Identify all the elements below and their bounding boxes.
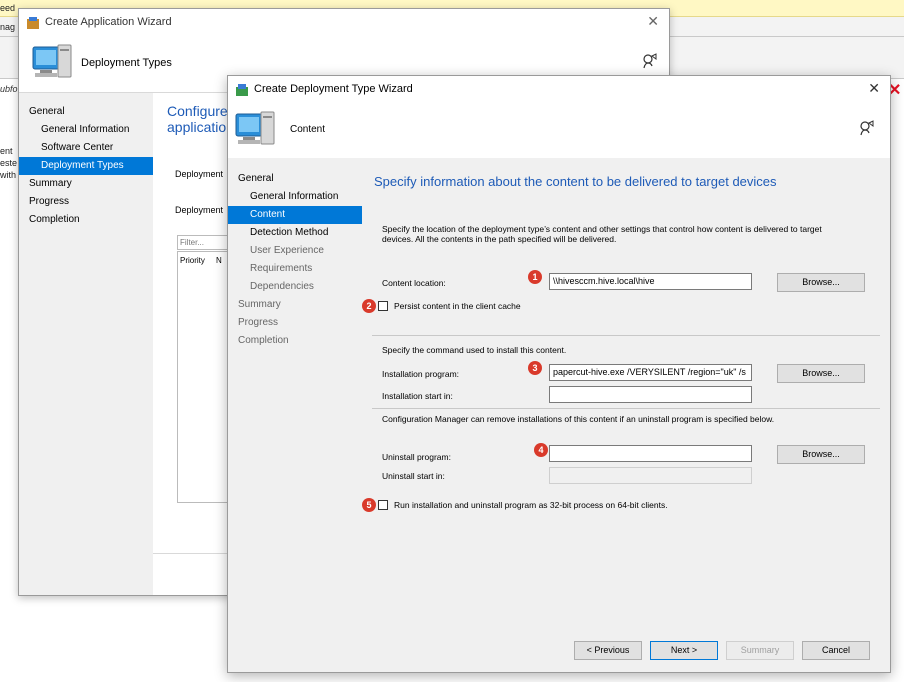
close-icon[interactable]: ✕ <box>647 13 659 30</box>
uninstall-note: Configuration Manager can remove install… <box>382 414 775 424</box>
nav-general-information[interactable]: General Information <box>19 121 153 139</box>
window-title: Create Deployment Type Wizard <box>254 83 413 95</box>
help-icon[interactable] <box>641 53 657 72</box>
nav-detection-method[interactable]: Detection Method <box>228 224 362 242</box>
create-deployment-type-wizard: Create Deployment Type Wizard ✕ Content … <box>227 75 891 673</box>
persist-content-checkbox[interactable] <box>378 301 388 311</box>
uninstall-program-input[interactable] <box>549 445 752 462</box>
nav-general-information[interactable]: General Information <box>228 188 362 206</box>
help-icon[interactable] <box>858 120 874 139</box>
page-heading: Specify information about the content to… <box>374 174 777 189</box>
deployment-label: Deployment <box>175 205 224 215</box>
background-text: eed <box>0 3 16 13</box>
installation-start-input[interactable] <box>549 386 752 403</box>
nav-requirements[interactable]: Requirements <box>228 260 362 278</box>
installation-program-browse-button[interactable]: Browse... <box>777 364 865 383</box>
nav-progress[interactable]: Progress <box>228 314 362 332</box>
titlebar: Create Application Wizard ✕ <box>19 9 669 35</box>
page-title: Deployment Types <box>81 57 172 69</box>
titlebar: Create Deployment Type Wizard ✕ <box>228 76 890 102</box>
nav-deployment-types[interactable]: Deployment Types <box>19 157 153 175</box>
close-icon[interactable]: ✕ <box>868 80 880 97</box>
callout-badge: 5 <box>362 498 376 512</box>
previous-button[interactable]: < Previous <box>574 641 642 660</box>
nav-software-center[interactable]: Software Center <box>19 139 153 157</box>
command-section-label: Specify the command used to install this… <box>382 345 567 355</box>
uninstall-program-browse-button[interactable]: Browse... <box>777 445 865 464</box>
wizard-nav: General General Information Software Cen… <box>19 93 153 595</box>
callout-badge: 2 <box>362 299 376 313</box>
column-header-name[interactable]: N <box>216 256 222 265</box>
background-text: ubfo <box>0 84 18 94</box>
nav-user-experience[interactable]: User Experience <box>228 242 362 260</box>
column-header-priority[interactable]: Priority <box>180 256 205 265</box>
nav-completion[interactable]: Completion <box>19 211 153 229</box>
background-text: with <box>0 170 17 180</box>
nav-general[interactable]: General <box>19 103 153 121</box>
content-location-browse-button[interactable]: Browse... <box>777 273 865 292</box>
next-button[interactable]: Next > <box>650 641 718 660</box>
run-32bit-checkbox[interactable] <box>378 500 388 510</box>
installation-start-label: Installation start in: <box>382 391 453 401</box>
section-divider <box>372 335 880 336</box>
page-heading: Configure application <box>167 103 234 135</box>
heading-line: application <box>167 119 234 135</box>
callout-badge: 4 <box>534 443 548 457</box>
wizard-main: Specify information about the content to… <box>362 158 890 672</box>
installation-program-label: Installation program: <box>382 369 460 379</box>
nav-summary[interactable]: Summary <box>228 296 362 314</box>
callout-badge: 1 <box>528 270 542 284</box>
nav-completion[interactable]: Completion <box>228 332 362 350</box>
background-text: este <box>0 158 18 168</box>
nav-progress[interactable]: Progress <box>19 193 153 211</box>
wizard-app-icon <box>236 83 248 96</box>
callout-badge: 3 <box>528 361 542 375</box>
nav-content[interactable]: Content <box>228 206 362 224</box>
computer-icon <box>234 108 276 152</box>
wizard-app-icon <box>27 16 39 29</box>
wizard-header: Content <box>228 102 890 160</box>
nav-general[interactable]: General <box>228 170 362 188</box>
deployment-label: Deployment <box>175 169 224 179</box>
wizard-nav: General General Information Content Dete… <box>228 158 362 672</box>
cancel-button[interactable]: Cancel <box>802 641 870 660</box>
run-32bit-label: Run installation and uninstall program a… <box>394 500 668 510</box>
window-title: Create Application Wizard <box>45 16 172 28</box>
uninstall-program-label: Uninstall program: <box>382 452 451 462</box>
page-title: Content <box>290 124 326 135</box>
persist-content-label: Persist content in the client cache <box>394 301 521 311</box>
nav-dependencies[interactable]: Dependencies <box>228 278 362 296</box>
background-text: ent <box>0 146 13 156</box>
content-location-label: Content location: <box>382 278 446 288</box>
content-location-input[interactable]: \\hivesccm.hive.local\hive <box>549 273 752 290</box>
description-text: devices. All the contents in the path sp… <box>382 234 617 244</box>
nav-summary[interactable]: Summary <box>19 175 153 193</box>
background-text: nag <box>0 22 16 32</box>
computer-icon <box>31 41 73 85</box>
section-divider <box>372 408 880 409</box>
heading-line: Configure <box>167 103 228 119</box>
summary-button[interactable]: Summary <box>726 641 794 660</box>
installation-program-input[interactable]: papercut-hive.exe /VERYSILENT /region="u… <box>549 364 752 381</box>
uninstall-start-label: Uninstall start in: <box>382 471 445 481</box>
uninstall-start-input[interactable] <box>549 467 752 484</box>
description-text: Specify the location of the deployment t… <box>382 224 822 234</box>
